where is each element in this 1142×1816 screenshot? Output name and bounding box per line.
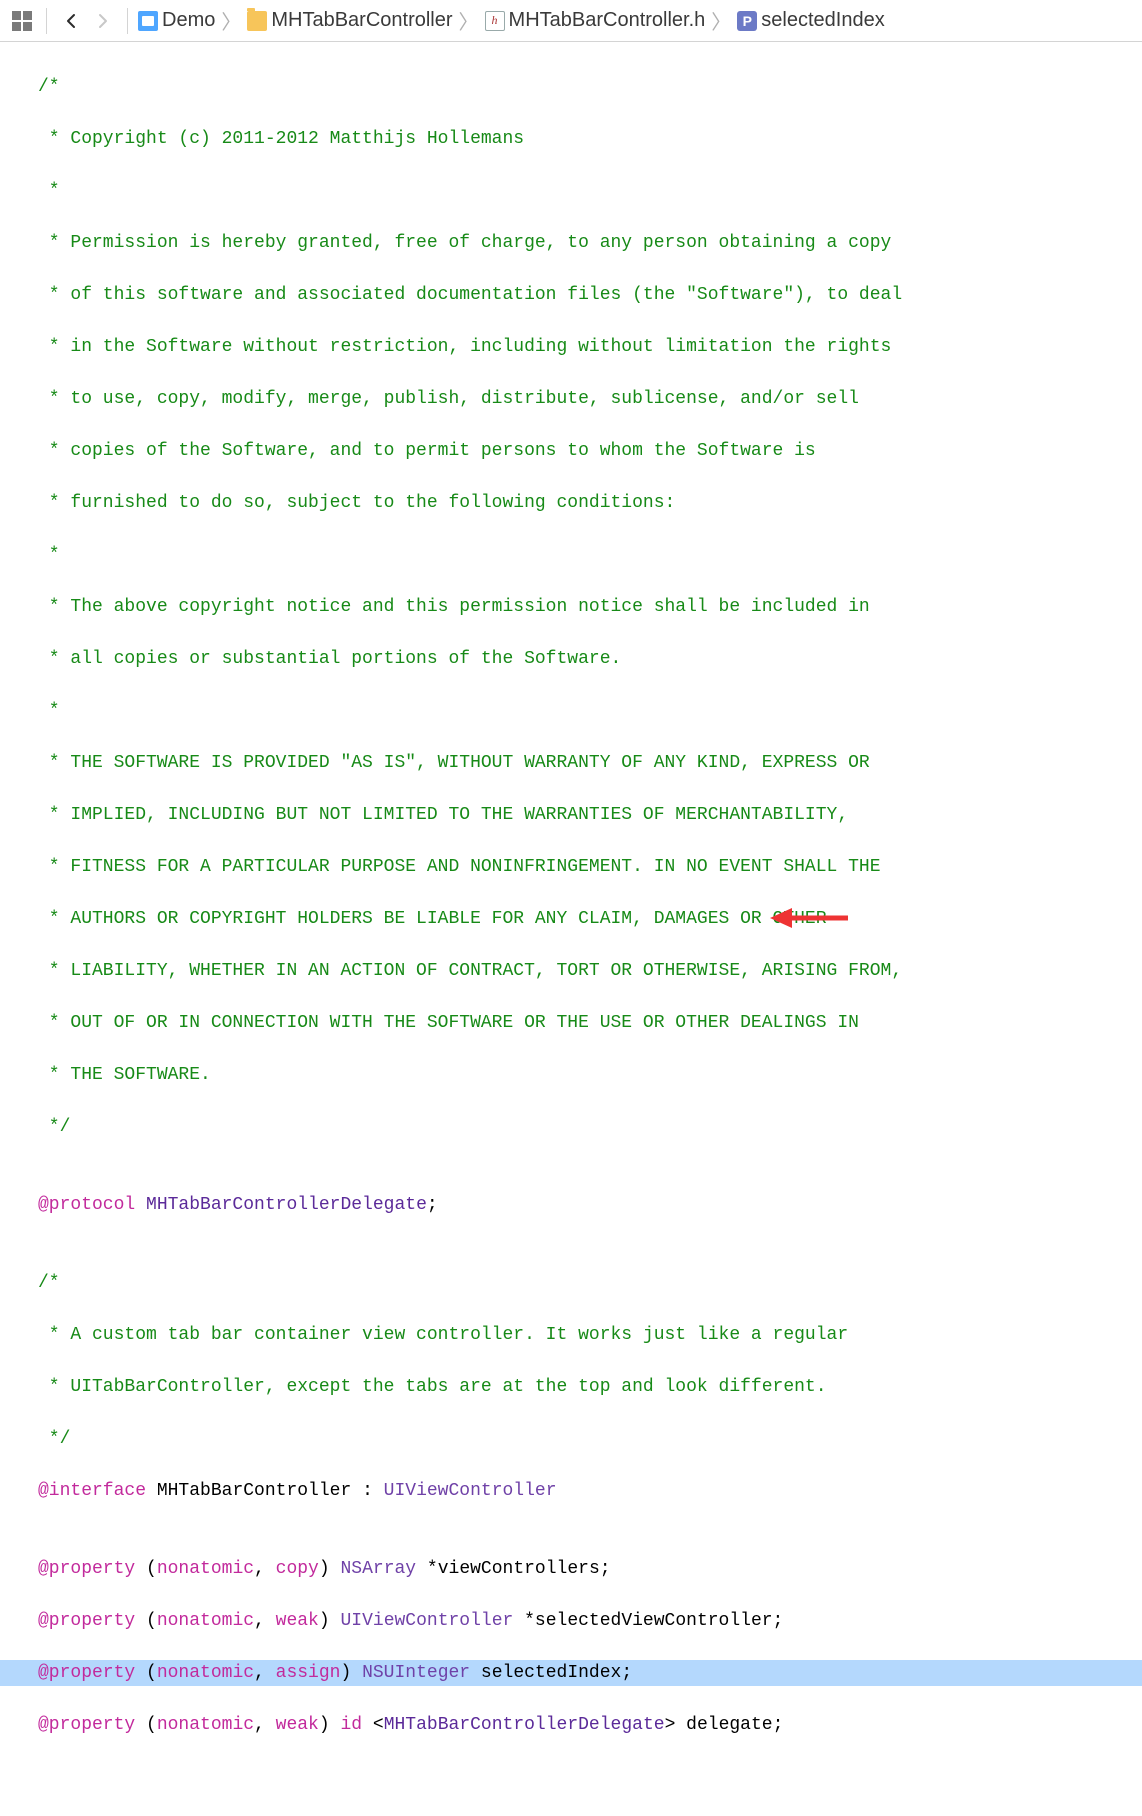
code-text: MHTabBarControllerDelegate [135, 1195, 427, 1215]
code-text: assign [276, 1663, 341, 1683]
code-text: ; [427, 1195, 438, 1215]
highlighted-line: @property (nonatomic, assign) NSUInteger… [0, 1660, 1142, 1686]
breadcrumb-file[interactable]: h MHTabBarController.h [485, 9, 706, 32]
code-text: @protocol [38, 1195, 135, 1215]
code-text: , [254, 1559, 276, 1579]
code-text: * LIABILITY, WHETHER IN AN ACTION OF CON… [38, 961, 902, 981]
code-text: * in the Software without restriction, i… [38, 337, 891, 357]
breadcrumb-label: selectedIndex [761, 9, 884, 32]
code-text: /* [38, 77, 60, 97]
code-text: < [362, 1715, 384, 1735]
code-text: nonatomic [157, 1611, 254, 1631]
code-text: * Permission is hereby granted, free of … [38, 233, 891, 253]
code-text: MHTabBarControllerDelegate [384, 1715, 665, 1735]
code-text: */ [38, 1117, 70, 1137]
code-text: * THE SOFTWARE. [38, 1065, 211, 1085]
chevron-right-icon: 〉 [711, 6, 731, 35]
code-text: UIViewController [384, 1481, 557, 1501]
code-text: MHTabBarController : [146, 1481, 384, 1501]
code-text: * THE SOFTWARE IS PROVIDED "AS IS", WITH… [38, 753, 870, 773]
code-text: > delegate; [665, 1715, 784, 1735]
code-text: * [38, 181, 60, 201]
code-text: * of this software and associated docume… [38, 285, 902, 305]
code-text: ( [135, 1611, 157, 1631]
divider [46, 8, 47, 34]
code-text: selectedIndex; [470, 1663, 632, 1683]
code-text: * AUTHORS OR COPYRIGHT HOLDERS BE LIABLE… [38, 909, 827, 929]
code-text: * [38, 545, 60, 565]
divider [127, 8, 128, 34]
code-text: */ [38, 1429, 70, 1449]
project-icon [138, 11, 158, 31]
code-text: NSArray [340, 1559, 416, 1579]
code-text: * OUT OF OR IN CONNECTION WITH THE SOFTW… [38, 1013, 859, 1033]
code-text: * to use, copy, modify, merge, publish, … [38, 389, 859, 409]
code-text: *viewControllers; [416, 1559, 610, 1579]
code-text: @interface [38, 1481, 146, 1501]
code-text: * all copies or substantial portions of … [38, 649, 621, 669]
code-text: weak [276, 1611, 319, 1631]
code-text: , [254, 1715, 276, 1735]
code-text: ( [135, 1559, 157, 1579]
code-text: copy [276, 1559, 319, 1579]
code-text: ) [319, 1559, 341, 1579]
breadcrumb-folder[interactable]: MHTabBarController [247, 9, 452, 32]
breadcrumb: Demo 〉 MHTabBarController 〉 h MHTabBarCo… [138, 6, 885, 35]
breadcrumb-label: MHTabBarController [271, 9, 452, 32]
code-text: @property [38, 1715, 135, 1735]
code-text: weak [276, 1715, 319, 1735]
chevron-right-icon: 〉 [459, 6, 479, 35]
breadcrumb-label: MHTabBarController.h [509, 9, 706, 32]
property-icon: P [737, 11, 757, 31]
code-text: , [254, 1663, 276, 1683]
code-text: ( [135, 1663, 157, 1683]
code-text: * The above copyright notice and this pe… [38, 597, 870, 617]
code-text: * IMPLIED, INCLUDING BUT NOT LIMITED TO … [38, 805, 848, 825]
code-text: nonatomic [157, 1715, 254, 1735]
code-text: * furnished to do so, subject to the fol… [38, 493, 675, 513]
code-text: @property [38, 1611, 135, 1631]
folder-icon [247, 11, 267, 31]
code-text: * Copyright (c) 2011-2012 Matthijs Holle… [38, 129, 524, 149]
breadcrumb-symbol[interactable]: P selectedIndex [737, 9, 884, 32]
header-file-icon: h [485, 11, 505, 31]
breadcrumb-label: Demo [162, 9, 215, 32]
jump-bar: Demo 〉 MHTabBarController 〉 h MHTabBarCo… [0, 0, 1142, 42]
code-text: id [340, 1715, 362, 1735]
code-text: @property [38, 1559, 135, 1579]
code-text: ) [340, 1663, 362, 1683]
code-text: /* [38, 1273, 60, 1293]
breadcrumb-project[interactable]: Demo [138, 9, 215, 32]
code-text: * copies of the Software, and to permit … [38, 441, 816, 461]
code-text: ) [319, 1715, 341, 1735]
code-text: * A custom tab bar container view contro… [38, 1325, 848, 1345]
chevron-right-icon: 〉 [221, 6, 241, 35]
code-text: NSUInteger [362, 1663, 470, 1683]
code-text: nonatomic [157, 1663, 254, 1683]
code-text: * [38, 701, 60, 721]
code-text: ( [135, 1715, 157, 1735]
code-text: *selectedViewController; [513, 1611, 783, 1631]
code-text: UIViewController [340, 1611, 513, 1631]
code-text: nonatomic [157, 1559, 254, 1579]
code-text: @property [38, 1663, 135, 1683]
back-button[interactable] [57, 7, 85, 35]
code-text: * FITNESS FOR A PARTICULAR PURPOSE AND N… [38, 857, 881, 877]
related-items-icon[interactable] [8, 7, 36, 35]
code-text: ) [319, 1611, 341, 1631]
code-text: , [254, 1611, 276, 1631]
forward-button[interactable] [89, 7, 117, 35]
code-text: * UITabBarController, except the tabs ar… [38, 1377, 827, 1397]
source-editor[interactable]: /* * Copyright (c) 2011-2012 Matthijs Ho… [0, 42, 1142, 1816]
